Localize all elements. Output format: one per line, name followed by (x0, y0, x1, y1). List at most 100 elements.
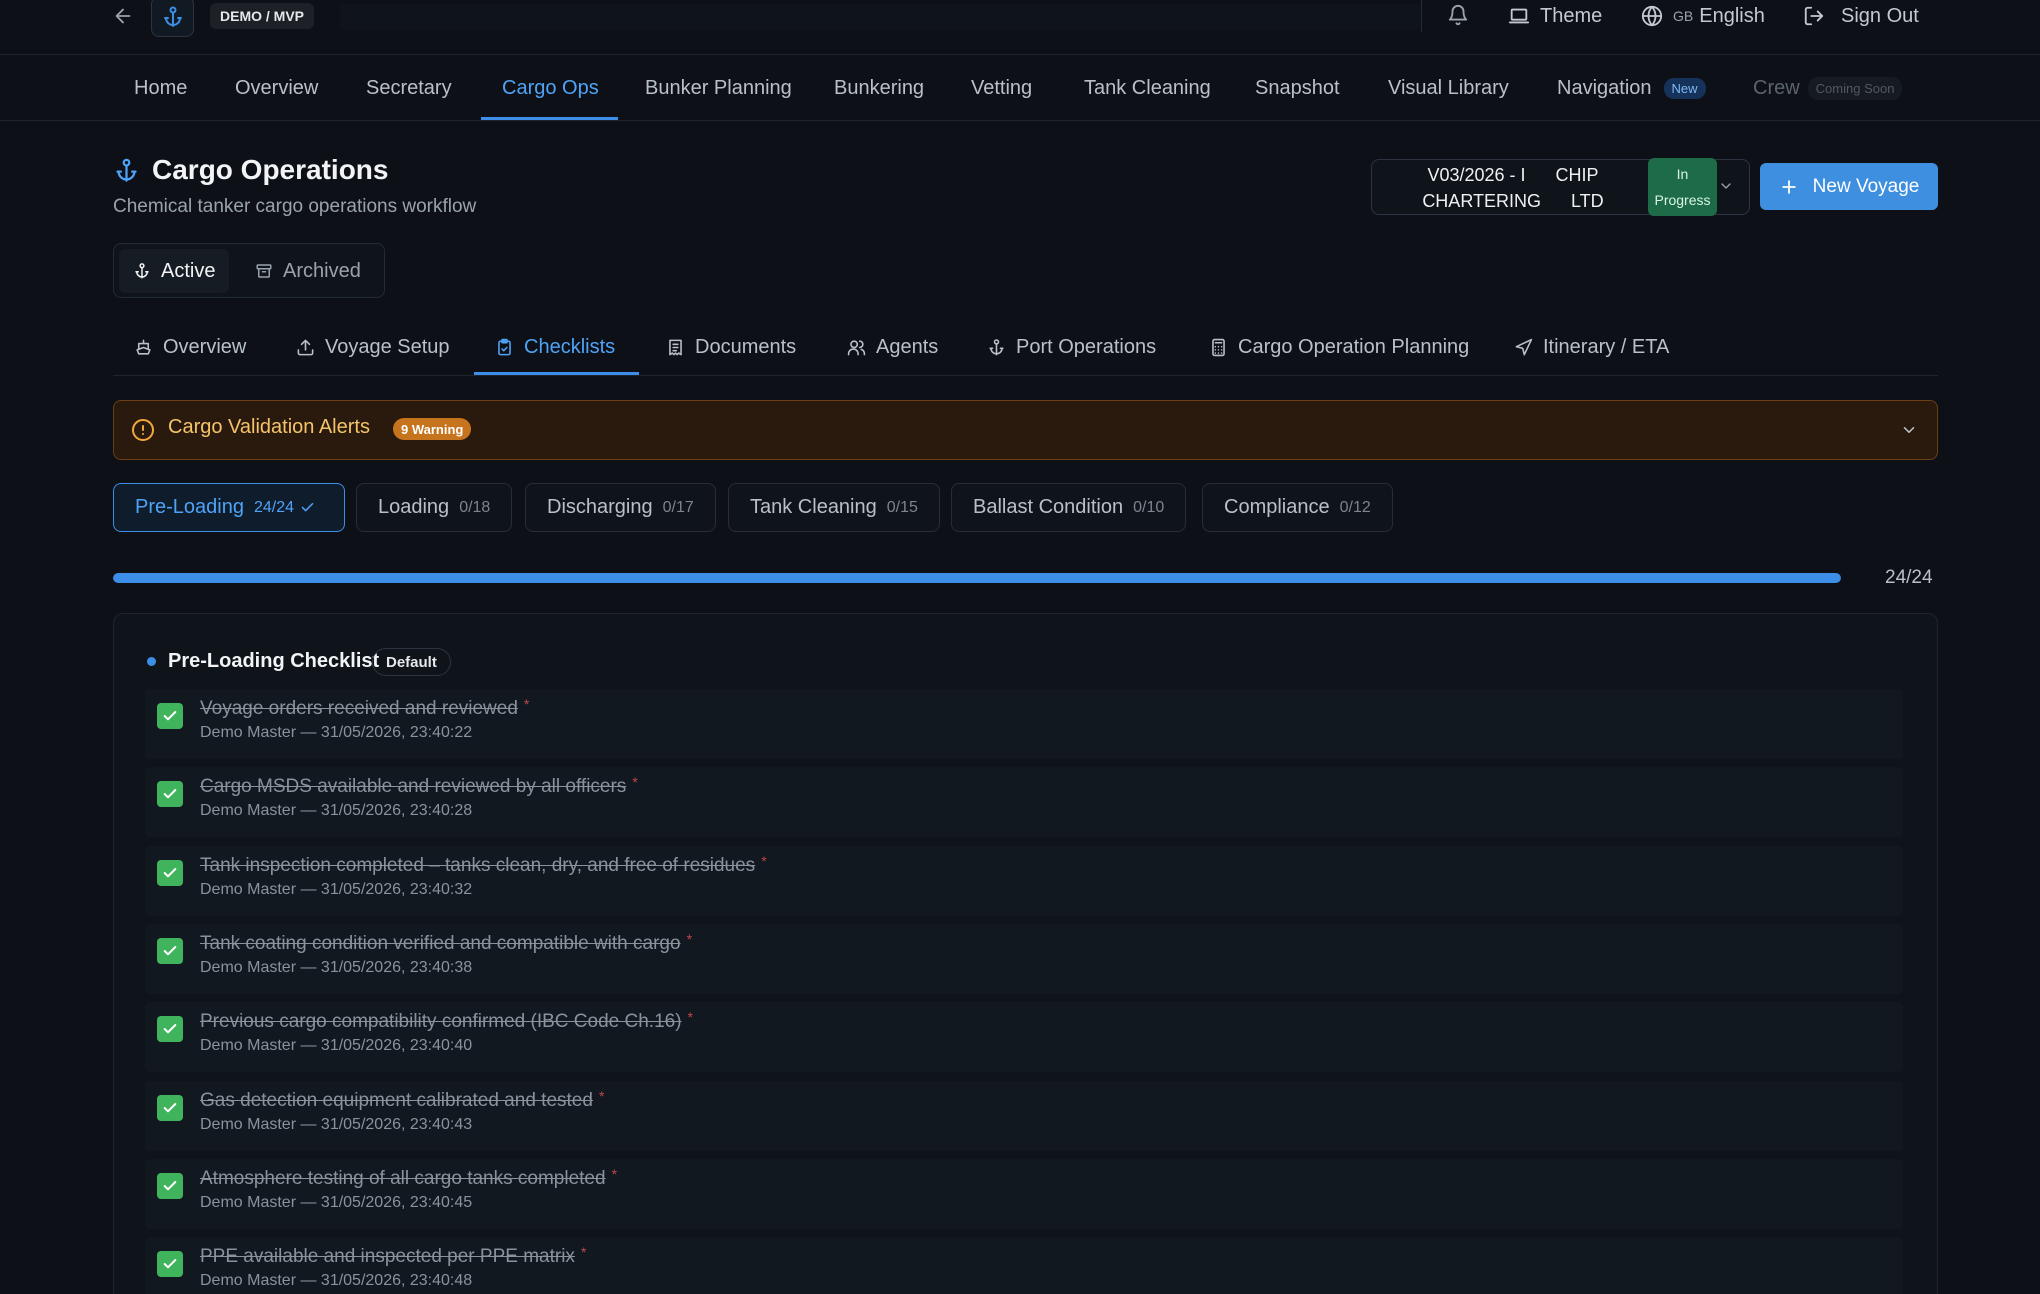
checklist-item-meta: Demo Master — 31/05/2026, 23:40:43 (200, 1116, 473, 1133)
checklist-tab-pre-loading[interactable]: Pre-Loading 24/24 (113, 483, 345, 532)
alert-circle-icon (131, 418, 155, 442)
checklist-item-meta: Demo Master — 31/05/2026, 23:40:32 (200, 881, 473, 898)
nav-bunkering[interactable]: Bunkering (834, 56, 924, 121)
tab-documents[interactable]: Documents (666, 320, 796, 375)
check-icon (163, 1181, 177, 1191)
tab-checklists[interactable]: Checklists (495, 320, 615, 375)
status-dot (147, 657, 156, 666)
checkbox-checked[interactable] (157, 1173, 183, 1199)
item-title-text: Previous cargo compatibility confirmed (… (200, 1011, 682, 1032)
required-marker: * (523, 696, 530, 712)
new-voyage-button[interactable]: New Voyage (1760, 163, 1938, 210)
nav-bunker-planning[interactable]: Bunker Planning (645, 56, 792, 121)
cargo-ops-tabs: Overview Voyage Setup Checklists Documen… (113, 320, 1938, 376)
required-marker: * (580, 1244, 587, 1260)
voyage-status-badge: In Progress (1648, 158, 1717, 216)
item-title-text: Atmosphere testing of all cargo tanks co… (200, 1168, 606, 1189)
category-label: Ballast Condition (973, 496, 1124, 518)
cargo-validation-alerts[interactable] (113, 400, 1938, 460)
subtab-active-indicator (474, 372, 639, 375)
voyage-line-1: V03/2026 - I CHIP (1427, 165, 1599, 185)
tab-label: Cargo Operation Planning (1238, 336, 1470, 358)
navigation-arrow-icon (1514, 338, 1533, 357)
checklist-tab-discharging[interactable]: Discharging 0/17 (525, 483, 716, 532)
category-label: Tank Cleaning (750, 496, 877, 518)
check-icon (163, 868, 177, 878)
checklist-item: Tank coating condition verified and comp… (145, 924, 1903, 994)
new-voyage-label: New Voyage (1812, 175, 1920, 197)
progress-label: 24/24 (1885, 567, 1933, 588)
check-icon (300, 500, 315, 515)
tab-port-operations[interactable]: Port Operations (987, 320, 1156, 375)
active-toggle[interactable]: Active (119, 249, 230, 293)
clipboard-check-icon (495, 338, 514, 357)
item-title-text: Voyage orders received and reviewed (200, 698, 518, 719)
notification-bell-icon[interactable] (1447, 4, 1469, 26)
tab-label: Checklists (524, 336, 616, 358)
sign-out-label: Sign Out (1841, 4, 1919, 27)
sign-out-button[interactable]: Sign Out (1803, 2, 1919, 30)
tab-overview[interactable]: Overview (134, 320, 246, 375)
checklist-progress-bar (113, 573, 1841, 583)
tab-label: Itinerary / ETA (1543, 336, 1670, 358)
tab-cargo-operation-planning[interactable]: Cargo Operation Planning (1209, 320, 1469, 375)
nav-visual-library[interactable]: Visual Library (1388, 56, 1509, 121)
chevron-down-icon[interactable] (1900, 421, 1918, 439)
calculator-icon (1209, 338, 1228, 357)
back-arrow-icon[interactable] (112, 5, 134, 27)
plus-icon (1779, 177, 1799, 197)
checkbox-checked[interactable] (157, 938, 183, 964)
checkbox-checked[interactable] (157, 1016, 183, 1042)
active-label: Active (161, 259, 216, 282)
top-bar: DEMO / MVP Theme GB English Sign Out (0, 0, 2040, 55)
globe-icon (1641, 5, 1663, 27)
checkbox-checked[interactable] (157, 703, 183, 729)
checklist-item-meta: Demo Master — 31/05/2026, 23:40:45 (200, 1194, 473, 1211)
check-icon (163, 1103, 177, 1113)
checklist-title: Pre-Loading Checklist (168, 650, 380, 672)
tab-voyage-setup[interactable]: Voyage Setup (296, 320, 450, 375)
tab-agents[interactable]: Agents (847, 320, 938, 375)
nav-navigation[interactable]: Navigation New (1557, 56, 1706, 121)
nav-secretary[interactable]: Secretary (366, 56, 452, 121)
divider (1421, 0, 1422, 32)
chevron-down-icon[interactable] (1718, 178, 1734, 194)
nav-tank-cleaning[interactable]: Tank Cleaning (1084, 56, 1211, 121)
tab-label: Voyage Setup (325, 336, 450, 358)
anchor-icon (987, 338, 1006, 357)
check-icon (163, 711, 177, 721)
checklist-tab-ballast-condition[interactable]: Ballast Condition 0/10 (951, 483, 1187, 532)
nav-vetting[interactable]: Vetting (971, 56, 1032, 121)
checklist-item-meta: Demo Master — 31/05/2026, 23:40:48 (200, 1272, 473, 1289)
category-count: 24/24 (253, 498, 295, 516)
archive-icon (255, 262, 273, 280)
main-navigation: Home Overview Secretary Cargo Ops Bunker… (0, 56, 2040, 121)
anchor-logo-icon[interactable] (151, 0, 194, 37)
archived-toggle[interactable]: Archived (241, 249, 375, 293)
status-line-1: In (1676, 166, 1689, 182)
checklist-item: Gas detection equipment calibrated and t… (145, 1081, 1903, 1151)
checkbox-checked[interactable] (157, 1095, 183, 1121)
default-badge: Default (372, 648, 451, 676)
language-flag: GB (1673, 8, 1694, 24)
check-icon (163, 1259, 177, 1269)
checklist-tab-compliance[interactable]: Compliance 0/12 (1202, 483, 1393, 532)
checklist-tab-tank-cleaning[interactable]: Tank Cleaning 0/15 (728, 483, 940, 532)
theme-button[interactable]: Theme (1508, 2, 1602, 30)
checklist-tab-loading[interactable]: Loading 0/18 (356, 483, 513, 532)
nav-overview[interactable]: Overview (235, 56, 318, 121)
checkbox-checked[interactable] (157, 860, 183, 886)
nav-snapshot[interactable]: Snapshot (1255, 56, 1340, 121)
progress-fill (113, 573, 1841, 583)
nav-home[interactable]: Home (134, 56, 187, 121)
checklist-item-title: Atmosphere testing of all cargo tanks co… (200, 1166, 617, 1190)
redacted-strip (340, 4, 1420, 30)
nav-cargo-ops[interactable]: Cargo Ops (502, 56, 599, 121)
tab-itinerary-eta[interactable]: Itinerary / ETA (1514, 320, 1669, 375)
category-count: 0/17 (662, 498, 694, 516)
checkbox-checked[interactable] (157, 1251, 183, 1277)
users-icon (847, 338, 866, 357)
checkbox-checked[interactable] (157, 781, 183, 807)
language-selector[interactable]: GB English (1641, 2, 1765, 30)
tab-label: Port Operations (1016, 336, 1157, 358)
